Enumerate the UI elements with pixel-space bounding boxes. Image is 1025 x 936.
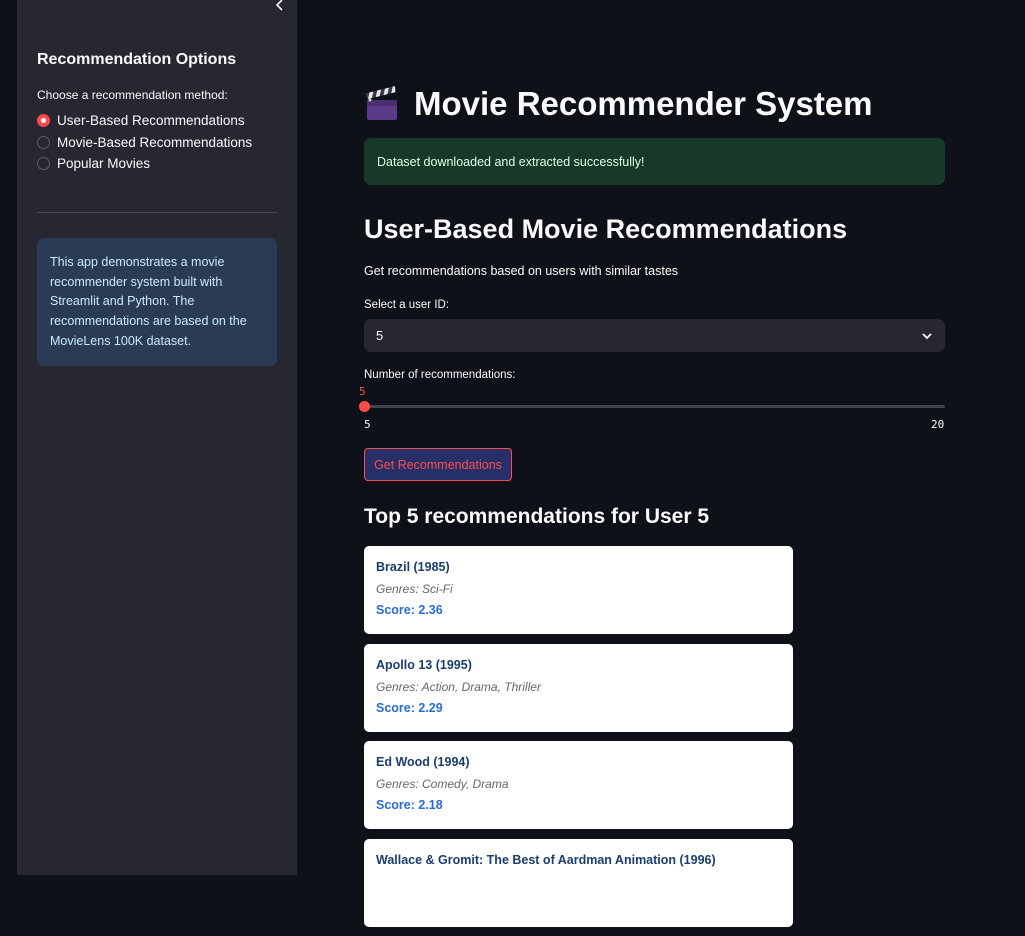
movie-genres: Genres: Comedy, Drama bbox=[376, 777, 509, 791]
movie-genres: Genres: Sci-Fi bbox=[376, 582, 453, 596]
movie-genres bbox=[376, 875, 781, 896]
radio-label: Popular Movies bbox=[57, 156, 151, 172]
radio-movie-based[interactable]: Movie-Based Recommendations bbox=[37, 132, 252, 154]
method-radio-group: User-Based Recommendations Movie-Based R… bbox=[37, 110, 252, 175]
slider-thumb[interactable] bbox=[359, 401, 370, 412]
radio-selected-icon bbox=[37, 114, 50, 128]
sidebar: Recommendation Options Choose a recommen… bbox=[17, 0, 297, 875]
sidebar-title: Recommendation Options bbox=[37, 51, 237, 68]
main-content: Movie Recommender System Dataset downloa… bbox=[297, 0, 1025, 927]
chevron-left-icon bbox=[275, 0, 283, 11]
page-title: Movie Recommender System bbox=[364, 82, 873, 126]
radio-unselected-icon bbox=[37, 157, 50, 171]
user-id-select[interactable]: 5 bbox=[364, 319, 945, 352]
section-subtitle: Get recommendations based on users with … bbox=[364, 264, 679, 278]
left-gutter bbox=[0, 0, 17, 875]
movie-card: Ed Wood (1994) Genres: Comedy, Drama Sco… bbox=[364, 741, 793, 829]
slider-min-label: 5 bbox=[364, 418, 371, 431]
radio-label: Movie-Based Recommendations bbox=[57, 134, 253, 150]
results-title: Top 5 recommendations for User 5 bbox=[364, 505, 710, 528]
success-alert: Dataset downloaded and extracted success… bbox=[364, 138, 945, 185]
radio-label: User-Based Recommendations bbox=[57, 113, 245, 129]
movie-title: Ed Wood (1994) bbox=[376, 755, 470, 769]
sidebar-divider bbox=[37, 212, 277, 213]
chevron-down-icon bbox=[922, 332, 932, 339]
movie-card: Brazil (1985) Genres: Sci-Fi Score: 2.36 bbox=[364, 546, 793, 634]
movie-card: Apollo 13 (1995) Genres: Action, Drama, … bbox=[364, 643, 793, 732]
movie-title: Wallace & Gromit: The Best of Aardman An… bbox=[376, 852, 716, 867]
radio-user-based[interactable]: User-Based Recommendations bbox=[37, 110, 252, 132]
movie-genres: Genres: Action, Drama, Thriller bbox=[376, 679, 541, 694]
info-box: This app demonstrates a movie recommende… bbox=[37, 238, 277, 366]
get-recommendations-button[interactable]: Get Recommendations bbox=[364, 448, 512, 481]
movie-score: Score: 2.18 bbox=[376, 798, 443, 812]
radio-popular[interactable]: Popular Movies bbox=[37, 153, 252, 175]
page-title-text: Movie Recommender System bbox=[414, 85, 873, 122]
method-label: Choose a recommendation method: bbox=[37, 88, 228, 102]
movie-title: Brazil (1985) bbox=[376, 560, 450, 574]
section-title: User-Based Movie Recommendations bbox=[364, 214, 848, 244]
user-select-label: Select a user ID: bbox=[364, 299, 450, 311]
clapper-board-icon bbox=[365, 86, 397, 120]
movie-score: Score: 2.36 bbox=[376, 603, 443, 617]
movie-title: Apollo 13 (1995) bbox=[376, 657, 472, 672]
slider-max-label: 20 bbox=[931, 418, 945, 431]
movie-score: Score: 2.29 bbox=[376, 700, 443, 715]
recommendation-list: Brazil (1985) Genres: Sci-Fi Score: 2.36… bbox=[364, 546, 793, 936]
slider-current-value: 5 bbox=[359, 385, 366, 398]
radio-unselected-icon bbox=[37, 135, 50, 149]
slider-label: Number of recommendations: bbox=[364, 369, 516, 381]
slider-track[interactable] bbox=[364, 405, 945, 408]
user-id-select-value: 5 bbox=[376, 328, 384, 343]
movie-card: Wallace & Gromit: The Best of Aardman An… bbox=[364, 838, 793, 927]
collapse-sidebar-button[interactable] bbox=[269, 0, 291, 16]
